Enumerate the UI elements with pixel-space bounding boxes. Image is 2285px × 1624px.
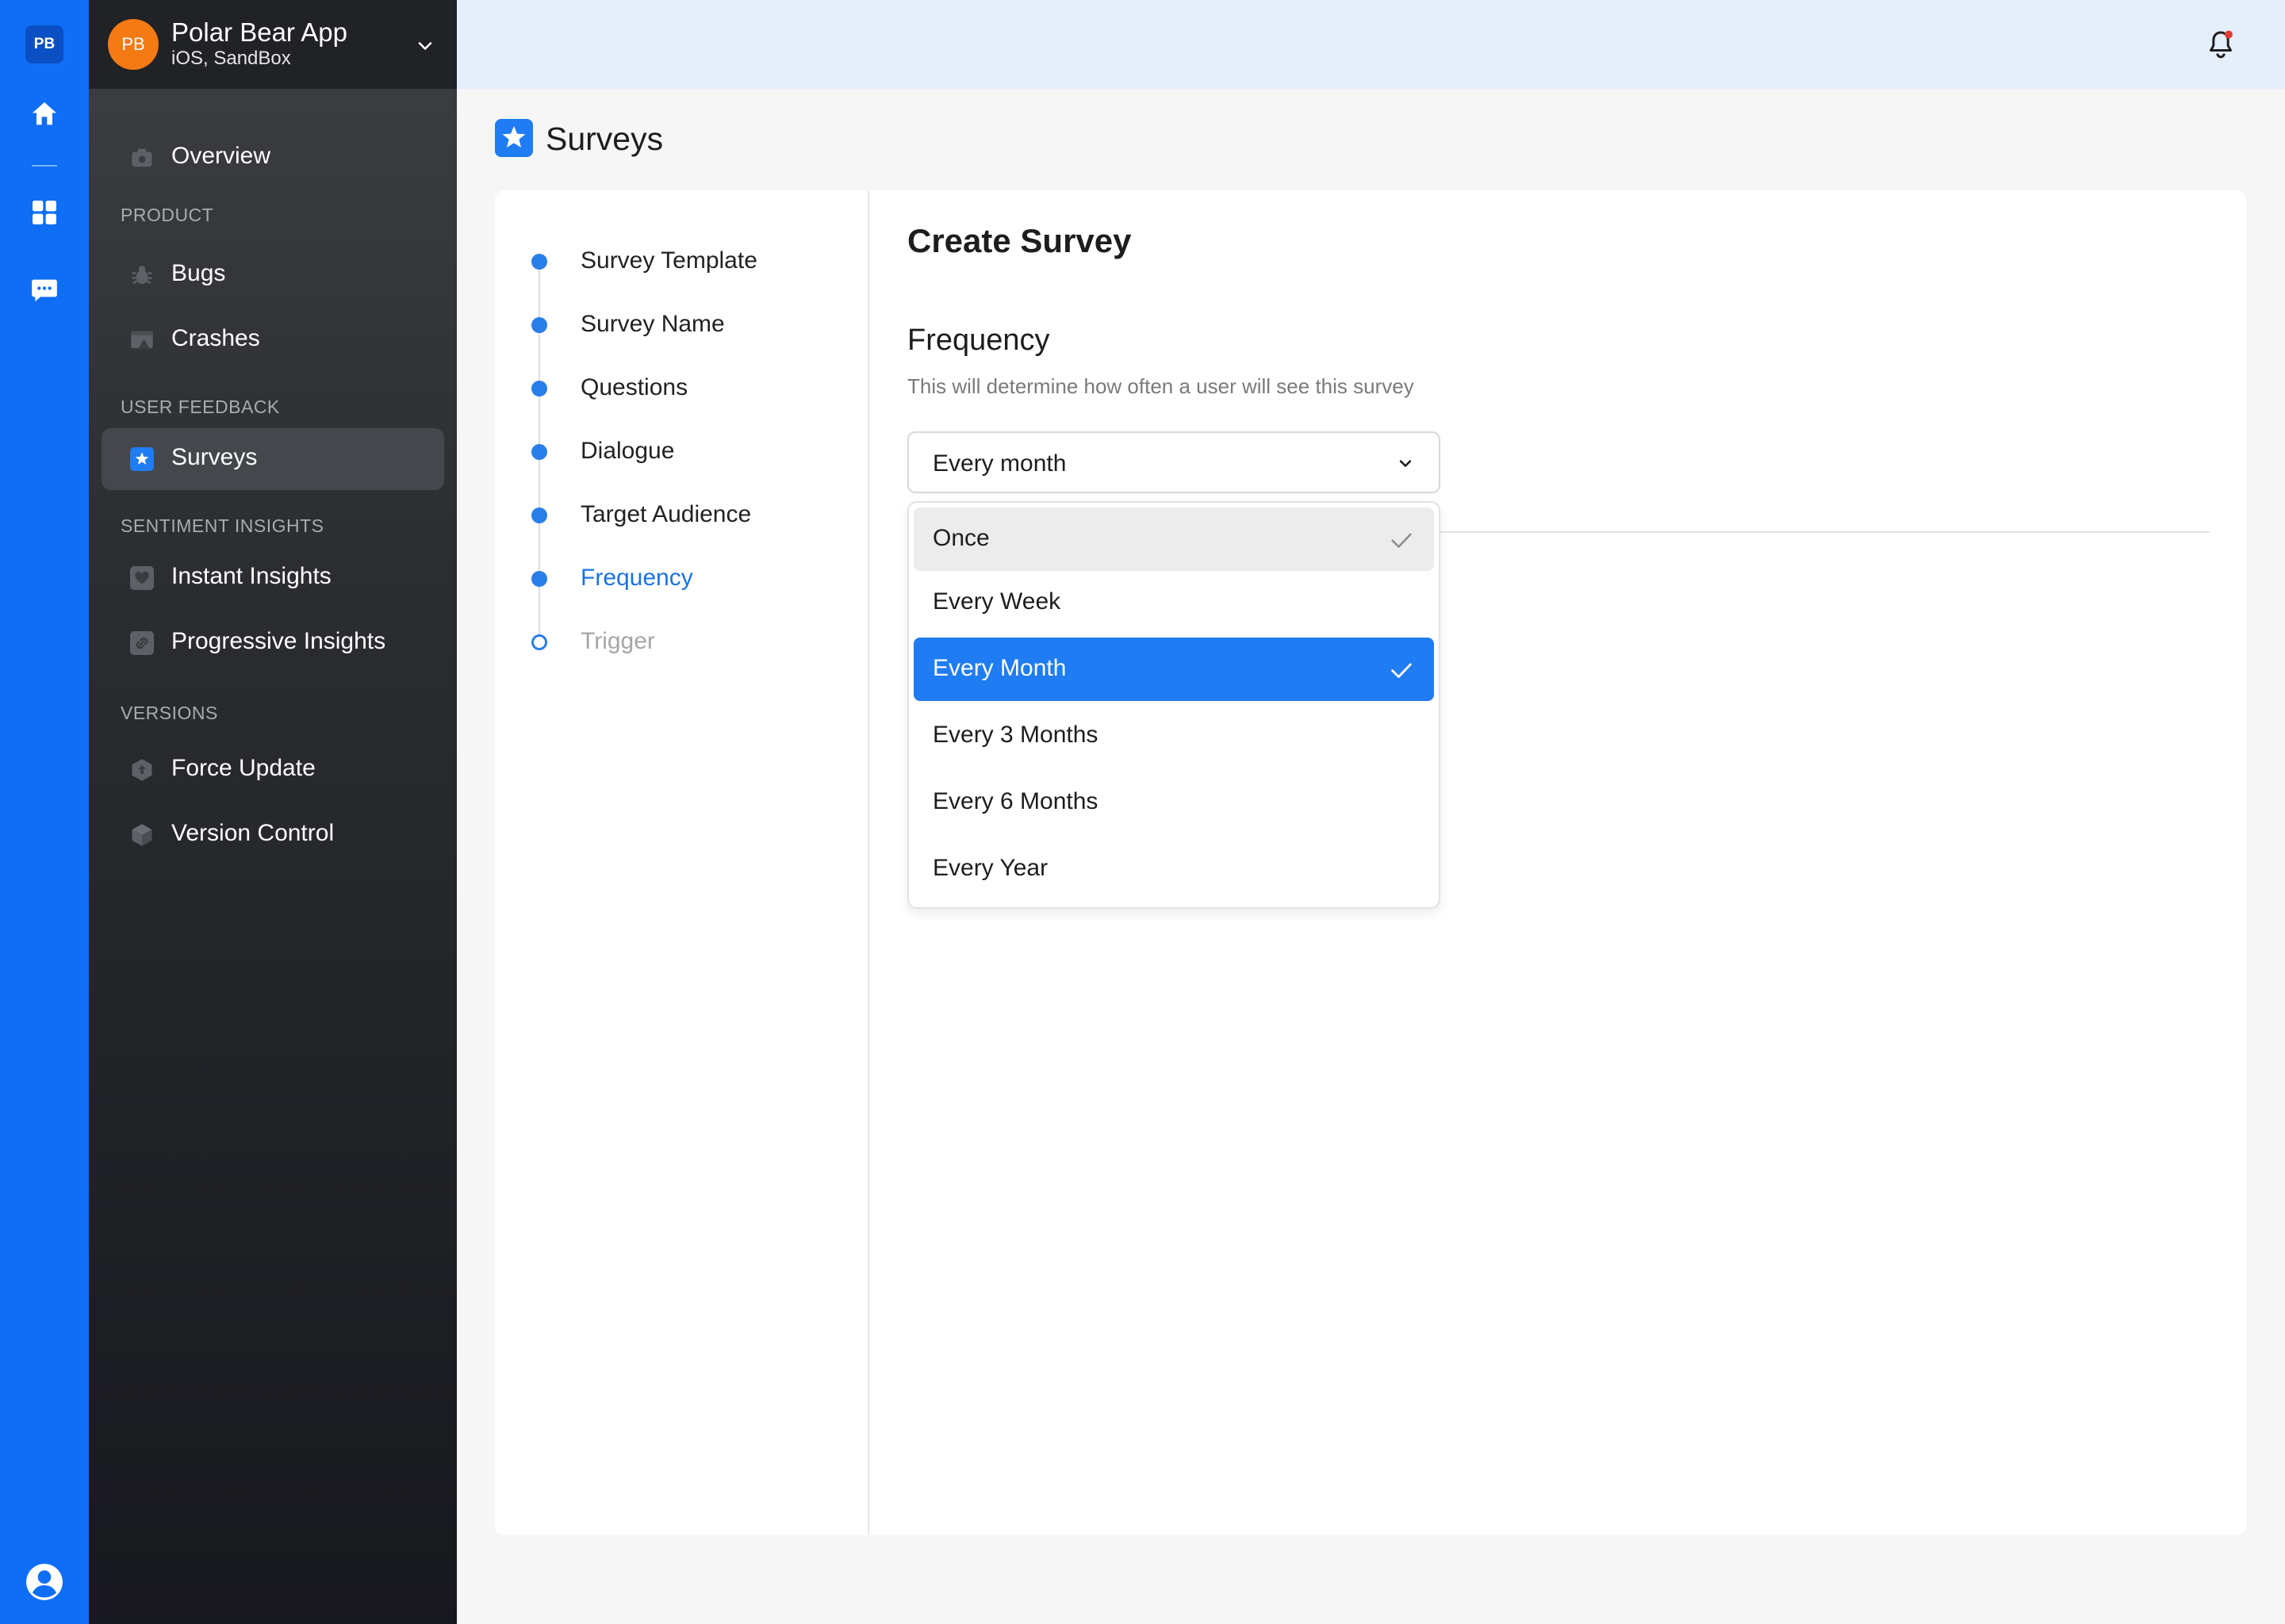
sidebar-item-label: Instant Insights	[171, 563, 332, 589]
app-platform: iOS, SandBox	[171, 48, 291, 69]
step-label: Survey Name	[581, 311, 725, 337]
chat-icon[interactable]	[29, 274, 60, 306]
step-dot	[531, 508, 547, 523]
option-every-week[interactable]: Every Week	[914, 571, 1434, 634]
bug-icon	[132, 266, 152, 285]
frequency-select[interactable]: Every month	[907, 431, 1440, 493]
step-label: Dialogue	[581, 438, 675, 464]
check-icon	[1391, 533, 1412, 548]
app-window: PB PB Polar Bear App iOS, SandBox Overvi…	[0, 0, 2285, 1624]
workspace-logo[interactable]: PB	[25, 25, 63, 63]
card-divider	[868, 190, 869, 1535]
step-dot	[531, 254, 547, 270]
option-label: Every 6 Months	[933, 788, 1098, 814]
cube-icon	[132, 824, 152, 846]
home-icon[interactable]	[29, 98, 60, 130]
page-title: Surveys	[546, 121, 664, 157]
surveys-star-icon	[495, 119, 533, 157]
step-dot	[531, 444, 547, 460]
grid-icon[interactable]	[29, 197, 60, 228]
rail-divider	[32, 165, 57, 167]
section-label-sentiment-insights: SENTIMENT INSIGHTS	[121, 515, 324, 536]
sidebar-item-version-control[interactable]: Version Control	[102, 804, 444, 866]
option-label: Every Month	[933, 655, 1067, 681]
sidebar-item-overview[interactable]: Overview	[102, 127, 444, 189]
step-trigger[interactable]: Trigger	[531, 626, 865, 658]
step-dot	[531, 317, 547, 333]
field-title: Frequency	[907, 324, 1050, 357]
top-bar	[457, 0, 2285, 89]
section-divider	[1440, 531, 2210, 533]
option-every-month[interactable]: Every Month	[914, 638, 1434, 701]
step-survey-template[interactable]: Survey Template	[531, 246, 865, 278]
sidebar-item-label: Overview	[171, 143, 271, 169]
step-target-audience[interactable]: Target Audience	[531, 500, 865, 531]
chevron-down-icon[interactable]	[414, 35, 436, 57]
user-avatar-icon[interactable]	[25, 1562, 64, 1602]
step-dot	[531, 381, 547, 396]
step-dialogue[interactable]: Dialogue	[531, 436, 865, 468]
field-description: This will determine how often a user wil…	[907, 374, 1414, 398]
sidebar-item-label: Force Update	[171, 755, 316, 781]
chevron-down-icon	[1399, 460, 1412, 467]
option-label: Every Week	[933, 588, 1061, 615]
sidebar: PB Polar Bear App iOS, SandBox Overview …	[89, 0, 457, 1624]
option-every-6-months[interactable]: Every 6 Months	[914, 771, 1434, 834]
option-every-year[interactable]: Every Year	[914, 837, 1434, 901]
camera-icon	[132, 148, 152, 167]
sidebar-item-label: Crashes	[171, 325, 260, 351]
section-label-user-feedback: USER FEEDBACK	[121, 396, 280, 417]
section-label-product: PRODUCT	[121, 205, 214, 225]
sidebar-item-force-update[interactable]: Force Update	[102, 739, 444, 801]
check-icon	[1391, 663, 1412, 678]
upload-hexagon-icon	[132, 759, 152, 781]
link-icon	[130, 631, 154, 655]
sidebar-item-label: Surveys	[171, 444, 258, 470]
step-label: Trigger	[581, 628, 655, 654]
step-frequency[interactable]: Frequency	[531, 563, 865, 595]
step-label: Questions	[581, 374, 688, 400]
step-label: Target Audience	[581, 501, 752, 527]
notification-bell-icon[interactable]	[2205, 29, 2237, 60]
step-survey-name[interactable]: Survey Name	[531, 309, 865, 341]
option-label: Once	[933, 525, 990, 551]
step-dot	[531, 634, 547, 650]
heart-icon	[130, 566, 154, 590]
select-value: Every month	[933, 450, 1067, 477]
step-label: Frequency	[581, 565, 693, 591]
step-label: Survey Template	[581, 247, 757, 274]
sidebar-item-label: Version Control	[171, 820, 335, 846]
sidebar-item-bugs[interactable]: Bugs	[102, 244, 444, 306]
app-avatar: PB	[108, 19, 159, 70]
star-icon	[130, 447, 154, 471]
sidebar-item-label: Bugs	[171, 260, 226, 286]
form-heading: Create Survey	[907, 222, 1132, 259]
sidebar-item-surveys[interactable]: Surveys	[102, 428, 444, 490]
section-label-versions: VERSIONS	[121, 703, 218, 723]
option-label: Every Year	[933, 855, 1049, 881]
option-every-3-months[interactable]: Every 3 Months	[914, 704, 1434, 768]
sidebar-item-label: Progressive Insights	[171, 628, 386, 654]
step-dot	[531, 571, 547, 587]
sidebar-item-instant-insights[interactable]: Instant Insights	[102, 547, 444, 609]
frequency-dropdown-menu: Once Every Week Every Month Every 3 Mont…	[907, 501, 1440, 909]
app-switcher[interactable]: PB Polar Bear App iOS, SandBox	[89, 0, 457, 89]
crash-window-icon	[131, 331, 153, 350]
option-once[interactable]: Once	[914, 508, 1434, 571]
step-questions[interactable]: Questions	[531, 373, 865, 404]
app-name: Polar Bear App	[171, 17, 347, 47]
sidebar-item-crashes[interactable]: Crashes	[102, 309, 444, 371]
option-label: Every 3 Months	[933, 722, 1098, 748]
sidebar-item-progressive-insights[interactable]: Progressive Insights	[102, 612, 444, 674]
icon-rail: PB	[0, 0, 89, 1624]
